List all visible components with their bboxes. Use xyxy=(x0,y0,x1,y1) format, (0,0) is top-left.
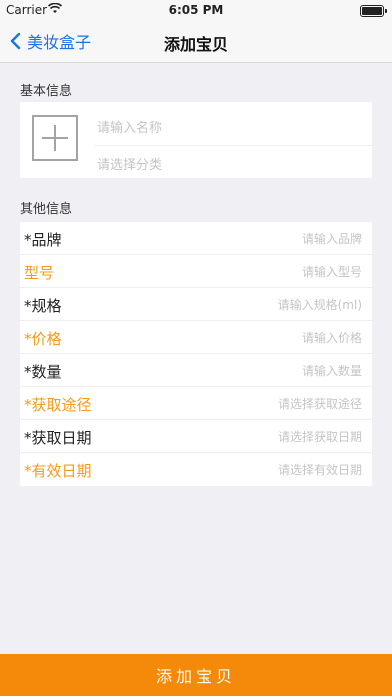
navigation-bar: 美妆盒子 添加宝贝 xyxy=(0,20,392,63)
add-item-button[interactable]: 添加宝贝 xyxy=(0,654,392,696)
quantity-label: *数量 xyxy=(24,363,62,381)
category-select[interactable] xyxy=(95,154,369,176)
form-row-acquire-date[interactable]: *获取日期 xyxy=(20,420,372,453)
status-bar: Carrier 6:05 PM xyxy=(0,0,392,20)
brand-input[interactable] xyxy=(160,228,364,250)
spec-label: *规格 xyxy=(24,297,62,315)
status-time: 6:05 PM xyxy=(168,3,224,17)
battery-icon xyxy=(360,5,387,17)
price-label: *价格 xyxy=(24,330,62,348)
price-input[interactable] xyxy=(160,327,364,349)
form-row-price[interactable]: *价格 xyxy=(20,321,372,354)
form-row-model[interactable]: 型号 xyxy=(20,255,372,288)
source-select[interactable] xyxy=(160,393,364,415)
source-label: *获取途径 xyxy=(24,396,92,414)
form-row-spec[interactable]: *规格 xyxy=(20,288,372,321)
add-photo-icon[interactable] xyxy=(32,115,78,161)
form-row-expiry-date[interactable]: *有效日期 xyxy=(20,453,372,486)
expiry-date-select[interactable] xyxy=(160,459,364,481)
form-row-quantity[interactable]: *数量 xyxy=(20,354,372,387)
page-title: 添加宝贝 xyxy=(163,35,228,54)
model-label: 型号 xyxy=(24,264,55,282)
quantity-input[interactable] xyxy=(160,360,364,382)
form-row-brand[interactable]: *品牌 xyxy=(20,222,372,255)
expiry-date-label: *有效日期 xyxy=(24,462,92,480)
brand-label: *品牌 xyxy=(24,231,62,249)
spec-input[interactable] xyxy=(160,294,364,316)
basic-info-header: 基本信息 xyxy=(20,84,73,99)
name-input[interactable] xyxy=(95,117,369,139)
form-row-source[interactable]: *获取途径 xyxy=(20,387,372,420)
other-info-card: *品牌 型号 *规格 *价格 *数量 *获取途径 *获取日期 *有效日期 xyxy=(20,222,372,486)
acquire-date-label: *获取日期 xyxy=(24,429,92,447)
model-input[interactable] xyxy=(160,261,364,283)
acquire-date-select[interactable] xyxy=(160,426,364,448)
divider xyxy=(95,145,372,146)
basic-info-card xyxy=(20,102,372,178)
other-info-header: 其他信息 xyxy=(20,202,73,217)
